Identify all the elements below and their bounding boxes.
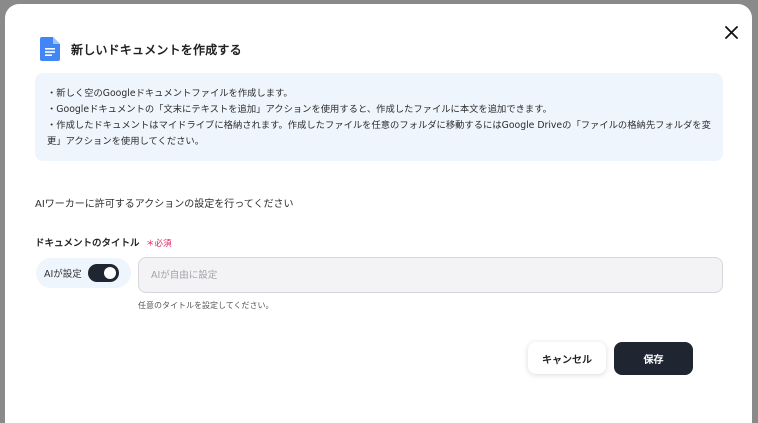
document-title-input[interactable] xyxy=(138,257,723,293)
info-line: ・新しく空のGoogleドキュメントファイルを作成します。 xyxy=(47,88,293,99)
dialog-title: 新しいドキュメントを作成する xyxy=(71,42,242,57)
create-document-dialog: 新しいドキュメントを作成する ・新しく空のGoogleドキュメントファイルを作成… xyxy=(5,4,752,423)
info-line: ・作成したドキュメントはマイドライブに格納されます。作成したファイルを任意のフォ… xyxy=(47,120,711,147)
required-badge: ＊必須 xyxy=(146,239,172,249)
toggle-knob xyxy=(103,267,116,279)
ai-toggle-label: AIが設定 xyxy=(44,269,82,280)
document-title-hint: 任意のタイトルを設定してください。 xyxy=(138,301,274,310)
dialog-header: 新しいドキュメントを作成する xyxy=(40,36,242,62)
settings-section-label: AIワーカーに許可するアクションの設定を行ってください xyxy=(35,199,294,210)
info-line: ・Googleドキュメントの「文末にテキストを追加」アクションを使用すると、作成… xyxy=(47,104,552,115)
cancel-button[interactable]: キャンセル xyxy=(528,342,606,374)
close-icon xyxy=(724,25,738,39)
ai-setting-toggle[interactable]: AIが設定 xyxy=(36,258,131,288)
close-button[interactable] xyxy=(717,18,745,46)
info-box: ・新しく空のGoogleドキュメントファイルを作成します。 ・Googleドキュ… xyxy=(35,73,723,161)
save-button[interactable]: 保存 xyxy=(614,342,693,375)
google-docs-icon xyxy=(40,37,60,61)
document-title-label: ドキュメントのタイトル xyxy=(35,238,140,249)
toggle-switch[interactable] xyxy=(87,264,119,282)
